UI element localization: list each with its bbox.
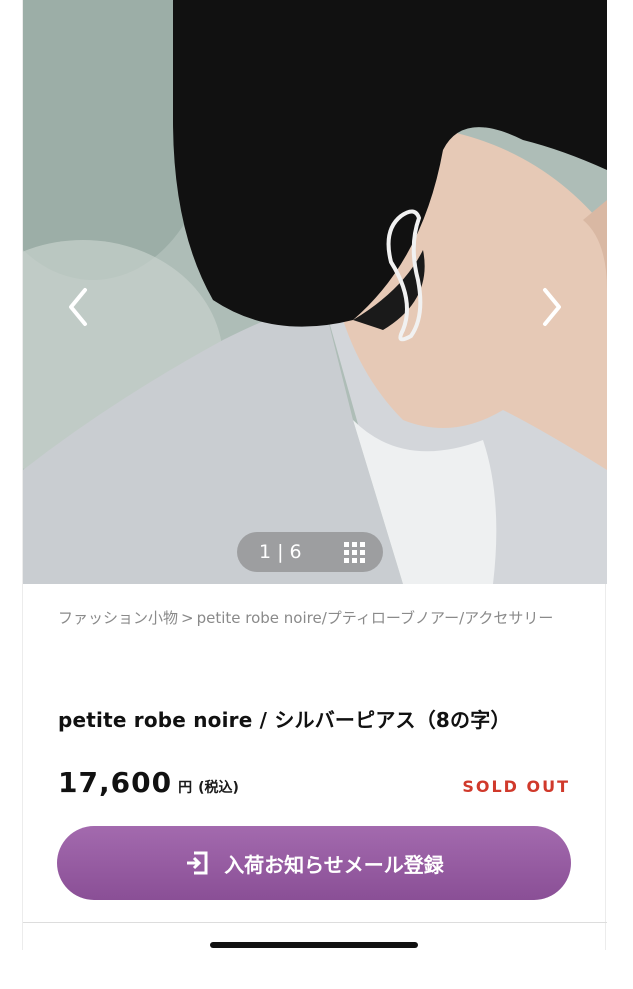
gallery-separator: | xyxy=(277,541,285,563)
gallery-current-index: 1 xyxy=(259,541,273,563)
grid-icon[interactable] xyxy=(344,541,365,563)
gallery-total: 6 xyxy=(289,541,303,563)
product-image-gallery[interactable]: 1 | 6 xyxy=(23,0,607,584)
section-divider xyxy=(23,922,607,923)
product-title: petite robe noire / シルバーピアス（8の字） xyxy=(58,708,511,732)
price-currency: 円 xyxy=(178,780,193,796)
breadcrumb: ファッション小物 > petite robe noire/プティローブノアー/アクセ… xyxy=(58,600,578,636)
gallery-prev-button[interactable] xyxy=(55,280,101,334)
product-price: 17,600 xyxy=(58,766,173,799)
restock-notify-label: 入荷お知らせメール登録 xyxy=(224,852,444,877)
gallery-page-indicator: 1 | 6 xyxy=(259,541,303,563)
sign-in-icon xyxy=(184,850,210,876)
sold-out-badge: SOLD OUT xyxy=(462,777,570,796)
chevron-right-icon xyxy=(543,288,561,326)
product-page: 1 | 6 ファッション小物 > petite robe noire/プティローブノアー… xyxy=(22,0,607,950)
gallery-next-button[interactable] xyxy=(529,280,575,334)
home-indicator[interactable] xyxy=(210,942,418,948)
breadcrumb-path-link[interactable]: petite robe noire/プティローブノアー/アクセサリー xyxy=(197,609,554,627)
breadcrumb-arrow: > xyxy=(181,609,194,627)
breadcrumb-category-link[interactable]: ファッション小物 xyxy=(58,609,178,627)
restock-notify-button[interactable]: 入荷お知らせメール登録 xyxy=(57,826,571,900)
product-photo xyxy=(23,0,607,584)
price-tax-note: (税込) xyxy=(198,780,239,796)
gallery-counter: 1 | 6 xyxy=(237,532,383,572)
price-row: 17,600 円 (税込) SOLD OUT xyxy=(58,766,570,799)
chevron-left-icon xyxy=(69,288,87,326)
